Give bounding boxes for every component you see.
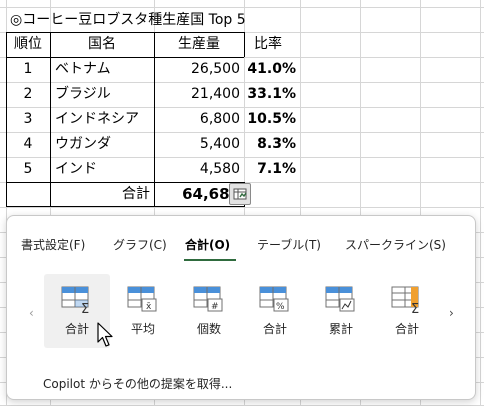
header-cell-rank[interactable]: 順位 (6, 32, 50, 57)
rank-cell[interactable]: 4 (6, 132, 50, 157)
production-cell[interactable]: 6,800 (154, 107, 244, 132)
tab-formatting[interactable]: 書式設定(F) (21, 236, 85, 253)
sheet-title: ◎コーヒー豆ロブスタ種生産国 Top 5 (10, 12, 246, 28)
running-total-icon (325, 286, 355, 312)
header-cell-ratio[interactable]: 比率 (244, 32, 300, 57)
rank-cell[interactable]: 3 (6, 107, 50, 132)
rank-cell[interactable]: 2 (6, 82, 50, 107)
table-row: 4 ウガンダ 5,400 8.3% (6, 132, 306, 157)
table-border (6, 57, 244, 58)
production-cell[interactable]: 26,500 (154, 57, 244, 82)
mouse-pointer-icon (97, 322, 113, 347)
gridline (0, 7, 484, 8)
percent-total-option-label: 合計 (262, 322, 287, 336)
header-cell-production[interactable]: 生産量 (154, 32, 244, 57)
production-cell[interactable]: 21,400 (154, 82, 244, 107)
average-icon: x̄ (127, 286, 157, 312)
ratio-cell[interactable]: 10.5% (244, 107, 300, 132)
table-row: 5 インド 4,580 7.1% (6, 157, 306, 182)
column-sum-icon: Σ (391, 286, 419, 314)
table-border (154, 32, 155, 207)
table-header-row: 順位 国名 生産量 比率 (6, 32, 306, 57)
header-cell-country[interactable]: 国名 (50, 32, 154, 57)
percent-total-option[interactable]: % 合計 (242, 274, 308, 348)
count-option-label: 個数 (196, 322, 221, 336)
scroll-left-icon[interactable]: ‹ (29, 306, 34, 320)
production-cell[interactable]: 5,400 (154, 132, 244, 157)
copilot-suggestions-link[interactable]: Copilot からその他の提案を取得... (43, 375, 232, 392)
total-label-cell[interactable]: 合計 (50, 182, 154, 207)
count-icon: # (193, 286, 223, 312)
count-option[interactable]: # 個数 (176, 274, 242, 348)
column-sum-option[interactable]: Σ 合計 (374, 274, 440, 348)
gridline (0, 207, 484, 208)
table-total-row: 合計 64,680 (6, 182, 306, 207)
gridline (480, 0, 481, 406)
svg-text:Σ: Σ (81, 302, 89, 314)
quick-analysis-tabs: 書式設定(F) グラフ(C) 合計(O) テーブル(T) スパークライン(S) (7, 236, 477, 260)
average-option-label: 平均 (130, 322, 155, 336)
average-option[interactable]: x̄ 平均 (110, 274, 176, 348)
table-border (50, 32, 51, 207)
totals-options: ‹ Σ 合計 x̄ 平均 # 個数 % 合計 累計 Σ 合計 › (7, 274, 477, 354)
percent-total-icon: % (259, 286, 289, 312)
table-border (6, 32, 244, 33)
active-tab-indicator (184, 259, 236, 261)
ratio-cell[interactable]: 41.0% (244, 57, 300, 82)
column-sum-option-label: 合計 (394, 322, 419, 336)
quick-analysis-panel: 書式設定(F) グラフ(C) 合計(O) テーブル(T) スパークライン(S) … (6, 215, 476, 400)
table-row: 3 インドネシア 6,800 10.5% (6, 107, 306, 132)
tab-charts[interactable]: グラフ(C) (113, 236, 167, 253)
tab-totals[interactable]: 合計(O) (185, 236, 230, 253)
table-border (6, 206, 245, 207)
scroll-right-icon[interactable]: › (449, 306, 454, 320)
ratio-cell[interactable]: 33.1% (244, 82, 300, 107)
table-border (6, 32, 7, 207)
svg-text:#: # (211, 302, 219, 312)
table-row: 2 ブラジル 21,400 33.1% (6, 82, 306, 107)
rank-cell[interactable]: 5 (6, 157, 50, 182)
ratio-cell[interactable]: 8.3% (244, 132, 300, 157)
svg-text:x̄: x̄ (146, 302, 152, 312)
country-cell[interactable]: ウガンダ (50, 132, 154, 157)
quick-analysis-button[interactable] (229, 183, 251, 205)
country-cell[interactable]: ブラジル (50, 82, 154, 107)
svg-text:Σ: Σ (411, 302, 419, 314)
running-total-option[interactable]: 累計 (308, 274, 374, 348)
production-cell[interactable]: 4,580 (154, 157, 244, 182)
sum-icon: Σ (61, 286, 89, 314)
rank-cell[interactable]: 1 (6, 57, 50, 82)
table-border (6, 182, 244, 183)
tab-sparklines[interactable]: スパークライン(S) (345, 236, 446, 253)
quick-analysis-icon (233, 188, 247, 200)
country-cell[interactable]: ベトナム (50, 57, 154, 82)
running-total-option-label: 累計 (328, 322, 353, 336)
country-cell[interactable]: インド (50, 157, 154, 182)
table-border (244, 32, 245, 57)
svg-text:%: % (276, 302, 285, 312)
country-cell[interactable]: インドネシア (50, 107, 154, 132)
ratio-cell[interactable]: 7.1% (244, 157, 300, 182)
table-row: 1 ベトナム 26,500 41.0% (6, 57, 306, 82)
tab-tables[interactable]: テーブル(T) (257, 236, 321, 253)
